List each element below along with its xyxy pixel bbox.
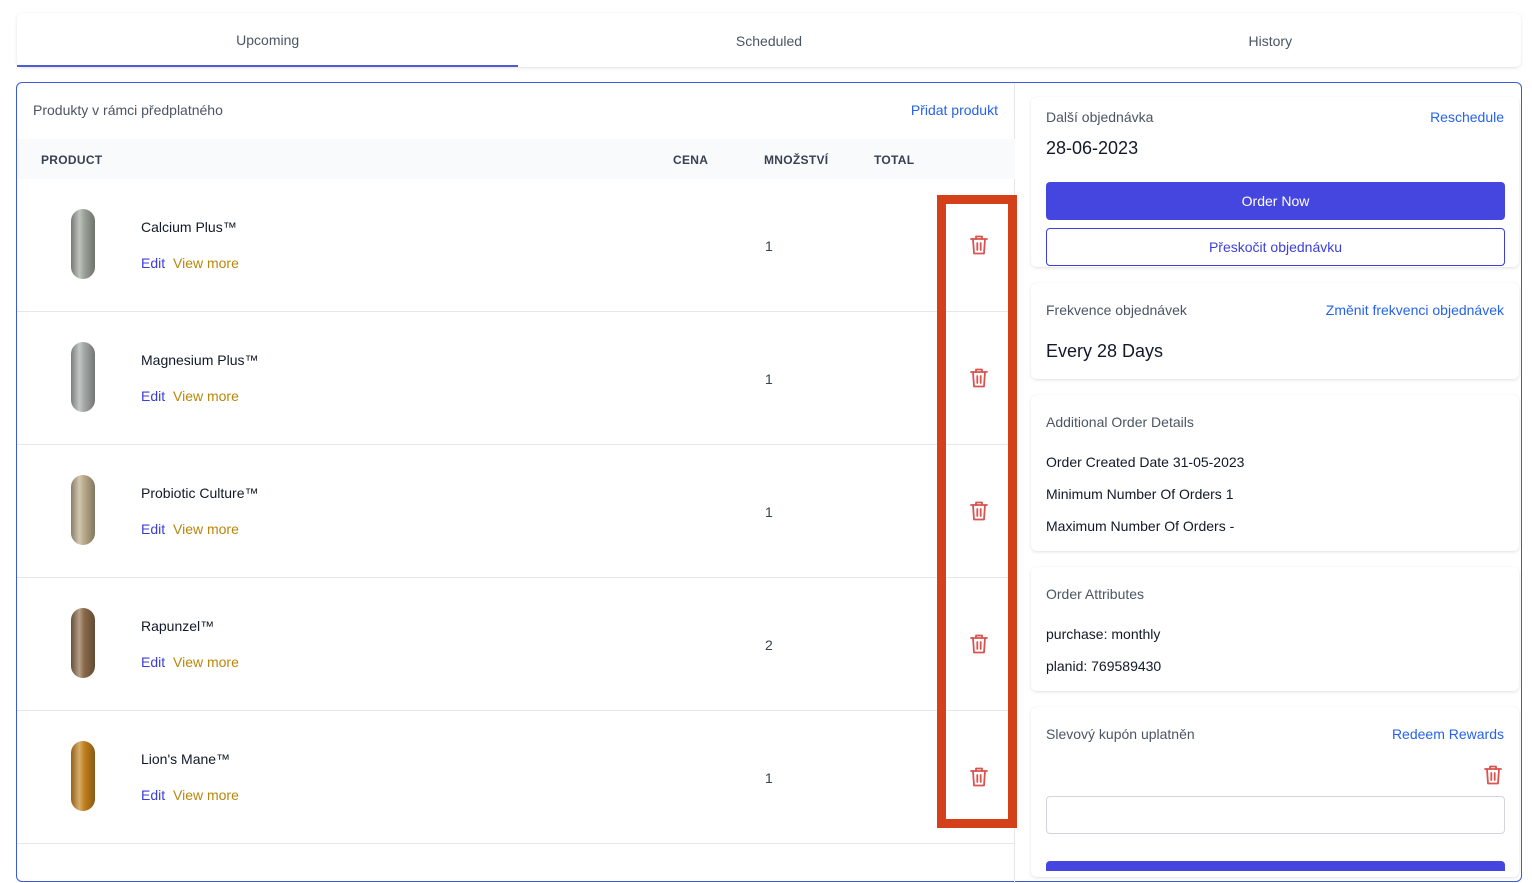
product-quantity: 1 — [765, 238, 773, 254]
redeem-rewards-link[interactable]: Redeem Rewards — [1392, 726, 1504, 742]
column-price: CENA — [673, 153, 709, 167]
product-quantity: 1 — [765, 371, 773, 387]
product-name: Lion's Mane™ — [141, 751, 231, 767]
order-attributes-title: Order Attributes — [1046, 586, 1145, 602]
trash-icon[interactable] — [969, 500, 989, 522]
edit-link[interactable]: Edit — [141, 654, 165, 670]
tab-bar: Upcoming Scheduled History — [17, 13, 1521, 67]
attribute-planid: planid: 769589430 — [1046, 658, 1162, 674]
next-order-date: 28-06-2023 — [1046, 138, 1139, 158]
frequency-value: Every 28 Days — [1046, 341, 1164, 361]
product-quantity: 2 — [765, 637, 773, 653]
additional-details-card: Additional Order Details Order Created D… — [1031, 395, 1519, 551]
frequency-title: Frekvence objednávek — [1046, 302, 1187, 318]
product-name: Magnesium Plus™ — [141, 352, 259, 368]
table-row: Lion's Mane™ Edit View more 1 — [17, 711, 1015, 844]
view-more-link[interactable]: View more — [173, 388, 239, 404]
column-total: TOTAL — [874, 153, 915, 167]
maximum-orders: Maximum Number Of Orders - — [1046, 518, 1235, 534]
coupon-input[interactable] — [1046, 796, 1505, 834]
trash-icon[interactable] — [969, 766, 989, 788]
table-row: Calcium Plus™ Edit View more 1 — [17, 179, 1015, 312]
apply-coupon-button[interactable] — [1046, 861, 1505, 871]
table-row: Probiotic Culture™ Edit View more 1 — [17, 445, 1015, 578]
trash-icon[interactable] — [969, 234, 989, 256]
change-frequency-link[interactable]: Změnit frekvenci objednávek — [1326, 302, 1504, 318]
products-title: Produkty v rámci předplatného — [33, 102, 223, 118]
product-quantity: 1 — [765, 770, 773, 786]
view-more-link[interactable]: View more — [173, 787, 239, 803]
next-order-title: Další objednávka — [1046, 109, 1154, 125]
edit-link[interactable]: Edit — [141, 388, 165, 404]
view-more-link[interactable]: View more — [173, 654, 239, 670]
table-row: Magnesium Plus™ Edit View more 1 — [17, 312, 1015, 445]
table-header: PRODUCT CENA MNOŽSTVÍ TOTAL — [17, 139, 1015, 179]
tab-upcoming[interactable]: Upcoming — [17, 13, 519, 67]
subscription-panel: Produkty v rámci předplatného Přidat pro… — [16, 82, 1522, 883]
order-created-date: Order Created Date 31-05-2023 — [1046, 454, 1245, 470]
view-more-link[interactable]: View more — [173, 255, 239, 271]
next-order-card: Další objednávka Reschedule 28-06-2023 O… — [1031, 97, 1519, 267]
skip-order-button[interactable]: Přeskočit objednávku — [1046, 228, 1505, 266]
trash-icon[interactable] — [1483, 764, 1503, 786]
add-product-link[interactable]: Přidat produkt — [911, 102, 998, 118]
attribute-purchase: purchase: monthly — [1046, 626, 1161, 642]
edit-link[interactable]: Edit — [141, 521, 165, 537]
column-quantity: MNOŽSTVÍ — [764, 153, 829, 167]
product-name: Calcium Plus™ — [141, 219, 237, 235]
tab-history[interactable]: History — [1020, 13, 1521, 67]
products-section: Produkty v rámci předplatného Přidat pro… — [17, 83, 1015, 883]
coupon-title: Slevový kupón uplatněn — [1046, 726, 1195, 742]
product-image — [71, 342, 95, 412]
product-image — [71, 741, 95, 811]
column-product: PRODUCT — [41, 153, 103, 167]
additional-details-title: Additional Order Details — [1046, 414, 1194, 430]
edit-link[interactable]: Edit — [141, 255, 165, 271]
product-image — [71, 209, 95, 279]
trash-icon[interactable] — [969, 367, 989, 389]
table-row: Rapunzel™ Edit View more 2 — [17, 578, 1015, 711]
edit-link[interactable]: Edit — [141, 787, 165, 803]
trash-icon[interactable] — [969, 633, 989, 655]
product-image — [71, 475, 95, 545]
view-more-link[interactable]: View more — [173, 521, 239, 537]
product-name: Rapunzel™ — [141, 618, 215, 634]
reschedule-link[interactable]: Reschedule — [1430, 109, 1504, 125]
product-image — [71, 608, 95, 678]
product-name: Probiotic Culture™ — [141, 485, 259, 501]
tab-scheduled[interactable]: Scheduled — [518, 13, 1019, 67]
order-attributes-card: Order Attributes purchase: monthly plani… — [1031, 567, 1519, 691]
order-now-button[interactable]: Order Now — [1046, 182, 1505, 220]
product-quantity: 1 — [765, 504, 773, 520]
minimum-orders: Minimum Number Of Orders 1 — [1046, 486, 1234, 502]
coupon-card: Slevový kupón uplatněn Redeem Rewards — [1031, 707, 1519, 877]
frequency-card: Frekvence objednávek Změnit frekvenci ob… — [1031, 283, 1519, 379]
